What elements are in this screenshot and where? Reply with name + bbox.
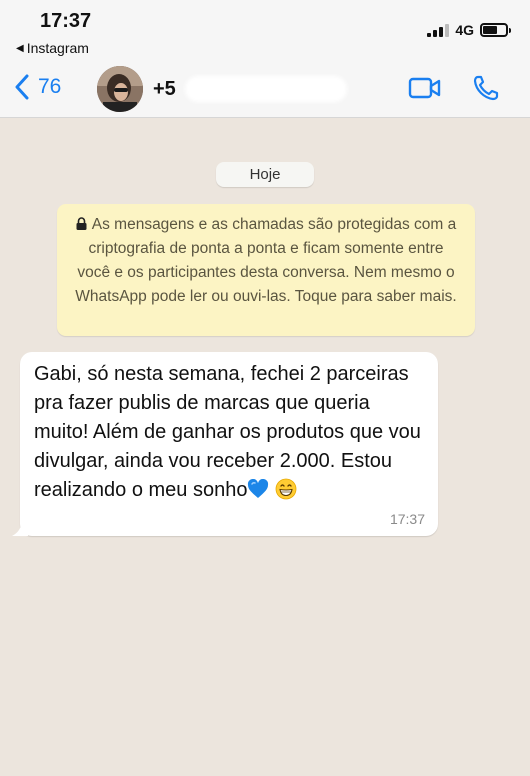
video-call-button[interactable]: [408, 76, 442, 105]
back-to-app-link[interactable]: ◀ Instagram: [16, 40, 89, 56]
message-bubble[interactable]: Gabi, só nesta semana, fechei 2 parceira…: [12, 352, 438, 536]
message-text: Gabi, só nesta semana, fechei 2 parceira…: [34, 360, 424, 505]
lock-icon: [76, 217, 87, 230]
encryption-notice[interactable]: As mensagens e as chamadas são protegida…: [57, 204, 475, 336]
contact-name[interactable]: +5: [153, 78, 176, 101]
encryption-notice-text: As mensagens e as chamadas são protegida…: [75, 216, 457, 305]
back-app-label: Instagram: [26, 40, 89, 56]
status-time: 17:37: [40, 10, 92, 32]
avatar[interactable]: [97, 66, 143, 112]
bubble-tail: [12, 522, 28, 536]
message-body: Gabi, só nesta semana, fechei 2 parceira…: [34, 363, 421, 501]
status-bar: 17:37 ◀ Instagram 4G: [0, 0, 530, 62]
grinning-emoji-icon: [275, 478, 297, 500]
status-indicators: 4G: [427, 22, 511, 38]
date-separator: Hoje: [216, 162, 314, 187]
chat-header: 76 +5: [0, 62, 530, 118]
back-triangle-icon: ◀: [16, 42, 24, 54]
phone-icon: [473, 75, 499, 101]
message-timestamp: 17:37: [389, 511, 425, 527]
back-button[interactable]: 76: [14, 74, 61, 100]
network-label: 4G: [455, 22, 474, 38]
video-call-icon: [408, 77, 441, 99]
chevron-left-icon: [15, 74, 29, 100]
unread-count: 76: [38, 75, 62, 98]
voice-call-button[interactable]: [472, 74, 500, 107]
redacted-name-overlay: [185, 76, 347, 102]
signal-icon: [427, 23, 450, 37]
chat-area[interactable]: Hoje As mensagens e as chamadas são prot…: [0, 118, 530, 776]
battery-icon: [480, 23, 511, 37]
blue-heart-emoji-icon: [248, 479, 269, 498]
